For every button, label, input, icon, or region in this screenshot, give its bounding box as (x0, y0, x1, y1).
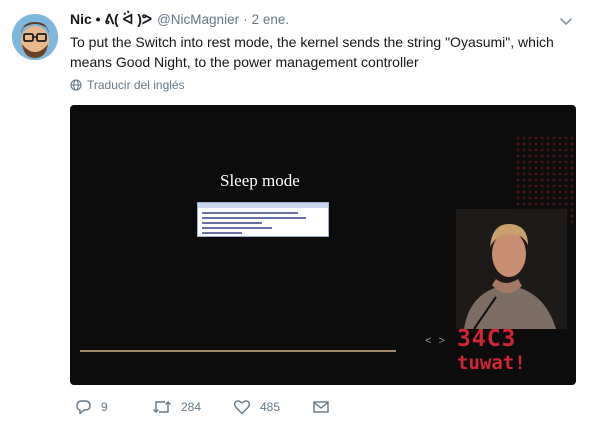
event-logo: 34C3 tuwat! (457, 327, 569, 379)
header-separator: · (243, 12, 248, 27)
author-handle[interactable]: @NicMagnier (157, 12, 239, 27)
retweet-icon (153, 401, 171, 413)
tweet: Nic • ᕕ( ᐛ )ᕗ @NicMagnier · 2 ene. To pu… (0, 0, 589, 428)
author-name[interactable]: Nic • ᕕ( ᐛ )ᕗ (70, 11, 152, 28)
heart-icon (233, 400, 251, 415)
mail-icon (313, 401, 329, 413)
tweet-text: To put the Switch into rest mode, the ke… (70, 34, 554, 70)
translate-link[interactable]: Traducir del inglés (70, 78, 185, 92)
like-count: 485 (260, 400, 281, 414)
code-line (202, 217, 306, 219)
speaker-figure (456, 209, 567, 329)
retweet-button[interactable]: 284 (152, 398, 201, 416)
code-screenshot (197, 202, 329, 237)
code-line (202, 212, 298, 214)
logo-line1: 34C3 (457, 326, 517, 352)
retweet-count: 284 (181, 400, 202, 414)
slide-nav-arrows[interactable]: < > (425, 335, 447, 347)
translate-label: Traducir del inglés (87, 78, 185, 92)
slide-title: Sleep mode (220, 171, 300, 190)
reply-count: 9 (101, 400, 108, 414)
speaker-video-inset (456, 209, 567, 329)
avatar-illustration (12, 14, 58, 60)
reply-icon (76, 400, 91, 415)
code-line (202, 232, 242, 234)
video-player[interactable]: Sleep mode < > 34C3 tuwat! (70, 105, 576, 385)
code-screenshot-titlebar (198, 203, 328, 208)
tweet-date[interactable]: 2 ene. (252, 12, 290, 27)
logo-line2: tuwat! (457, 352, 526, 374)
like-button[interactable]: 485 (233, 398, 280, 416)
avatar[interactable] (12, 14, 58, 60)
tweet-header: Nic • ᕕ( ᐛ )ᕗ @NicMagnier · 2 ene. (70, 11, 289, 31)
direct-message-button[interactable] (312, 398, 339, 416)
code-line (202, 222, 262, 224)
code-line (202, 227, 272, 229)
globe-icon (70, 79, 82, 91)
chevron-down-icon[interactable] (558, 13, 574, 29)
reply-button[interactable]: 9 (74, 398, 108, 416)
video-progress-bar[interactable] (80, 350, 396, 352)
